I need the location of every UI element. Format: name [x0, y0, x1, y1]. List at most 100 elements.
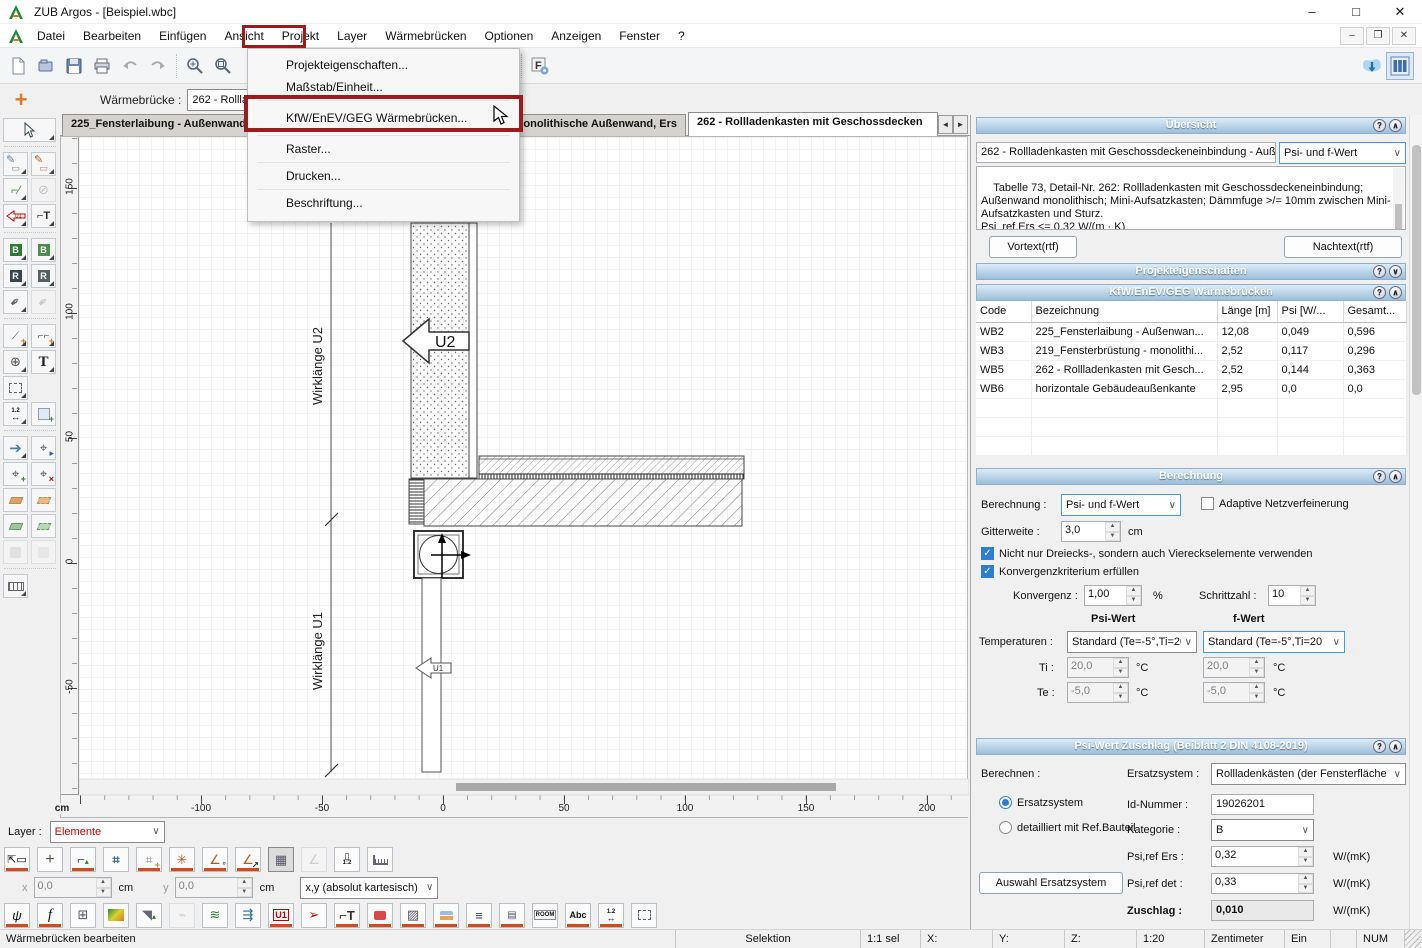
layers-display-button[interactable] — [433, 903, 459, 928]
gitterweite-input[interactable]: 3,0 ▲▼ — [1061, 521, 1121, 542]
collapse-icon[interactable]: ∧ — [1389, 740, 1402, 753]
draw-element-orange-tool[interactable]: ✎▭ — [31, 152, 56, 176]
menu-einfuegen[interactable]: Einfügen — [150, 24, 215, 48]
horizontal-ruler[interactable]: cm -100 -50 0 50 100 150 200 — [61, 794, 969, 817]
menu-item-beschriftung[interactable]: Beschriftung... — [248, 192, 519, 214]
menu-waermebruecken[interactable]: Wärmebrücken — [376, 24, 475, 48]
menu-item-raster[interactable]: Raster... — [248, 138, 519, 160]
temperatur-f-select[interactable]: Standard (Te=-5°,Ti=20 ∨ — [1203, 631, 1345, 653]
mdi-minimize-button[interactable]: – — [1340, 27, 1364, 45]
vertical-ruler[interactable]: 150 100 50 0 -50 — [61, 137, 79, 796]
menu-item-drucken[interactable]: Drucken... — [248, 165, 519, 187]
section-header-uebersicht[interactable]: Übersicht ?∧ — [976, 117, 1406, 134]
spinner-buttons[interactable]: ▲▼ — [1298, 874, 1313, 893]
mdi-close-button[interactable]: ✕ — [1392, 27, 1416, 45]
auswahl-ersatzsystem-button[interactable]: Auswahl Ersatzsystem — [979, 872, 1123, 894]
assign-material-b-alt-tool[interactable]: B — [31, 238, 56, 262]
table-empty-row[interactable] — [976, 417, 1406, 436]
help-icon[interactable]: ? — [1373, 119, 1386, 132]
table-row[interactable]: WB5262 - Rollladenkasten mit Gesch...2,5… — [976, 360, 1406, 379]
minimize-button[interactable]: – — [1290, 0, 1334, 23]
menu-item-projekteigenschaften[interactable]: Projekteigenschaften... — [248, 54, 519, 76]
schrittzahl-input[interactable]: 10 ▲▼ — [1268, 585, 1316, 606]
coordinate-mode-select[interactable]: x,y (absolut kartesisch) ∨ — [300, 877, 438, 899]
save-button[interactable] — [60, 52, 88, 80]
snap-ortho-button[interactable]: ⌐▴ — [70, 847, 96, 872]
undo-button[interactable] — [116, 52, 144, 80]
pin-add-tool[interactable]: ⌖+ — [3, 462, 28, 486]
tab-scroll-right-button[interactable]: ► — [953, 115, 968, 134]
f-value-button[interactable]: f — [37, 903, 63, 928]
lines-display-button[interactable]: ≡ — [466, 903, 492, 928]
berechnung-select[interactable]: Psi- und f-Wert ∨ — [1061, 494, 1181, 516]
section-header-berechnung[interactable]: Berechnung ?∧ — [976, 468, 1406, 485]
temperature-point-tool[interactable]: ⌐T — [31, 204, 56, 228]
zoom-in-button[interactable] — [181, 52, 209, 80]
assign-boundary-r-tool[interactable]: R — [3, 264, 28, 288]
redo-button[interactable] — [144, 52, 172, 80]
table-row[interactable]: WB2225_Fensterlaibung - Außenwan...12,08… — [976, 322, 1406, 341]
drawing-canvas[interactable]: Wirklänge U2 Wirklänge U1 U2 — [79, 137, 969, 796]
spinner-buttons[interactable]: ▲▼ — [1249, 658, 1264, 677]
collapse-icon[interactable]: ∧ — [1389, 286, 1402, 299]
help-icon[interactable]: ? — [1373, 265, 1386, 278]
detail-description[interactable]: Tabelle 73, Detail-Nr. 262: Rollladenkas… — [976, 166, 1406, 230]
spinner-buttons[interactable]: ▲▼ — [1113, 658, 1128, 677]
measure-tool[interactable] — [3, 574, 28, 598]
menu-anzeigen[interactable]: Anzeigen — [542, 24, 610, 48]
zoom-window-button[interactable] — [209, 52, 237, 80]
spinner-buttons[interactable]: ▲▼ — [1298, 847, 1313, 866]
resize-grip[interactable] — [1405, 930, 1421, 948]
vector-button[interactable]: ◥▴ — [136, 903, 162, 928]
hatch-display-button[interactable]: ▨ — [400, 903, 426, 928]
mdi-restore-button[interactable]: ❐ — [1366, 27, 1390, 45]
table-row[interactable]: WB3219_Fensterbrüstung - monolithi...2,5… — [976, 341, 1406, 360]
pin-delete-tool[interactable]: ⌖× — [31, 462, 56, 486]
edit-edge-green-tool[interactable] — [3, 514, 28, 538]
table-display-button[interactable]: ▤ — [499, 903, 525, 928]
isotherm-color-button[interactable] — [103, 903, 129, 928]
open-file-button[interactable] — [32, 52, 60, 80]
new-document-button[interactable] — [4, 52, 32, 80]
nachtext-button[interactable]: Nachtext(rtf) — [1284, 236, 1402, 258]
spinner-buttons[interactable]: ▲▼ — [1113, 683, 1128, 702]
text-tool[interactable]: T — [31, 350, 56, 374]
spinner-buttons[interactable]: ▲▼ — [237, 878, 252, 897]
grid-toggle-button[interactable]: ⌗ — [103, 847, 129, 872]
psiref-det-input[interactable]: 0,33 ▲▼ — [1211, 873, 1314, 894]
layer-select[interactable]: Elemente ∨ — [50, 821, 165, 843]
edit-edge-orange-tool[interactable] — [3, 488, 28, 512]
te-psi-input[interactable]: -5,0 ▲▼ — [1067, 682, 1129, 703]
y-coord-input[interactable]: 0,0 ▲▼ — [175, 877, 253, 898]
detail-name-input[interactable]: 262 - Rollladenkasten mit Geschossdecken… — [976, 142, 1276, 163]
isolines-button[interactable]: ≋ — [202, 903, 228, 928]
menu-bearbeiten[interactable]: Bearbeiten — [74, 24, 150, 48]
section-header-projekteigenschaften[interactable]: Projekteigenschaften ?∨ — [976, 263, 1406, 280]
dense-grid-button[interactable]: ▦ — [268, 847, 294, 872]
move-element-tool[interactable]: ➔ — [3, 436, 28, 460]
table-empty-row[interactable] — [976, 398, 1406, 417]
collapse-icon[interactable]: ∧ — [1389, 470, 1402, 483]
pin-move-tool[interactable]: ⌖▸ — [31, 436, 56, 460]
uebersicht-mode-select[interactable]: Psi- und f-Wert ∨ — [1279, 142, 1406, 164]
table-empty-row[interactable] — [976, 436, 1406, 455]
help-icon[interactable]: ? — [1373, 470, 1386, 483]
panel-layout-button[interactable] — [1386, 52, 1414, 80]
add-waermebruecke-button[interactable]: + — [8, 87, 34, 113]
help-icon[interactable]: ? — [1373, 740, 1386, 753]
close-button[interactable]: ✕ — [1378, 0, 1422, 23]
dimension-display-button[interactable]: 1.2↔ — [598, 903, 624, 928]
konvergenz-checkbox-row[interactable]: ✓ Konvergenzkriterium erfüllen — [981, 565, 1139, 578]
menu-optionen[interactable]: Optionen — [476, 24, 543, 48]
menu-layer[interactable]: Layer — [328, 24, 376, 48]
psi-value-button[interactable]: ψ — [4, 903, 30, 928]
canvas-h-scrollbar[interactable] — [79, 779, 969, 795]
spinner-buttons[interactable]: ▲▼ — [96, 878, 111, 897]
u1-display-button[interactable]: U1 — [268, 903, 294, 928]
edit-edge-green-alt-tool[interactable] — [31, 514, 56, 538]
temperature-stop-button[interactable] — [367, 903, 393, 928]
select-tool-button[interactable] — [3, 118, 56, 142]
ti-psi-input[interactable]: 20,0 ▲▼ — [1067, 657, 1129, 678]
collapse-icon[interactable]: ∧ — [1389, 119, 1402, 132]
description-scrollbar[interactable] — [1393, 168, 1404, 228]
